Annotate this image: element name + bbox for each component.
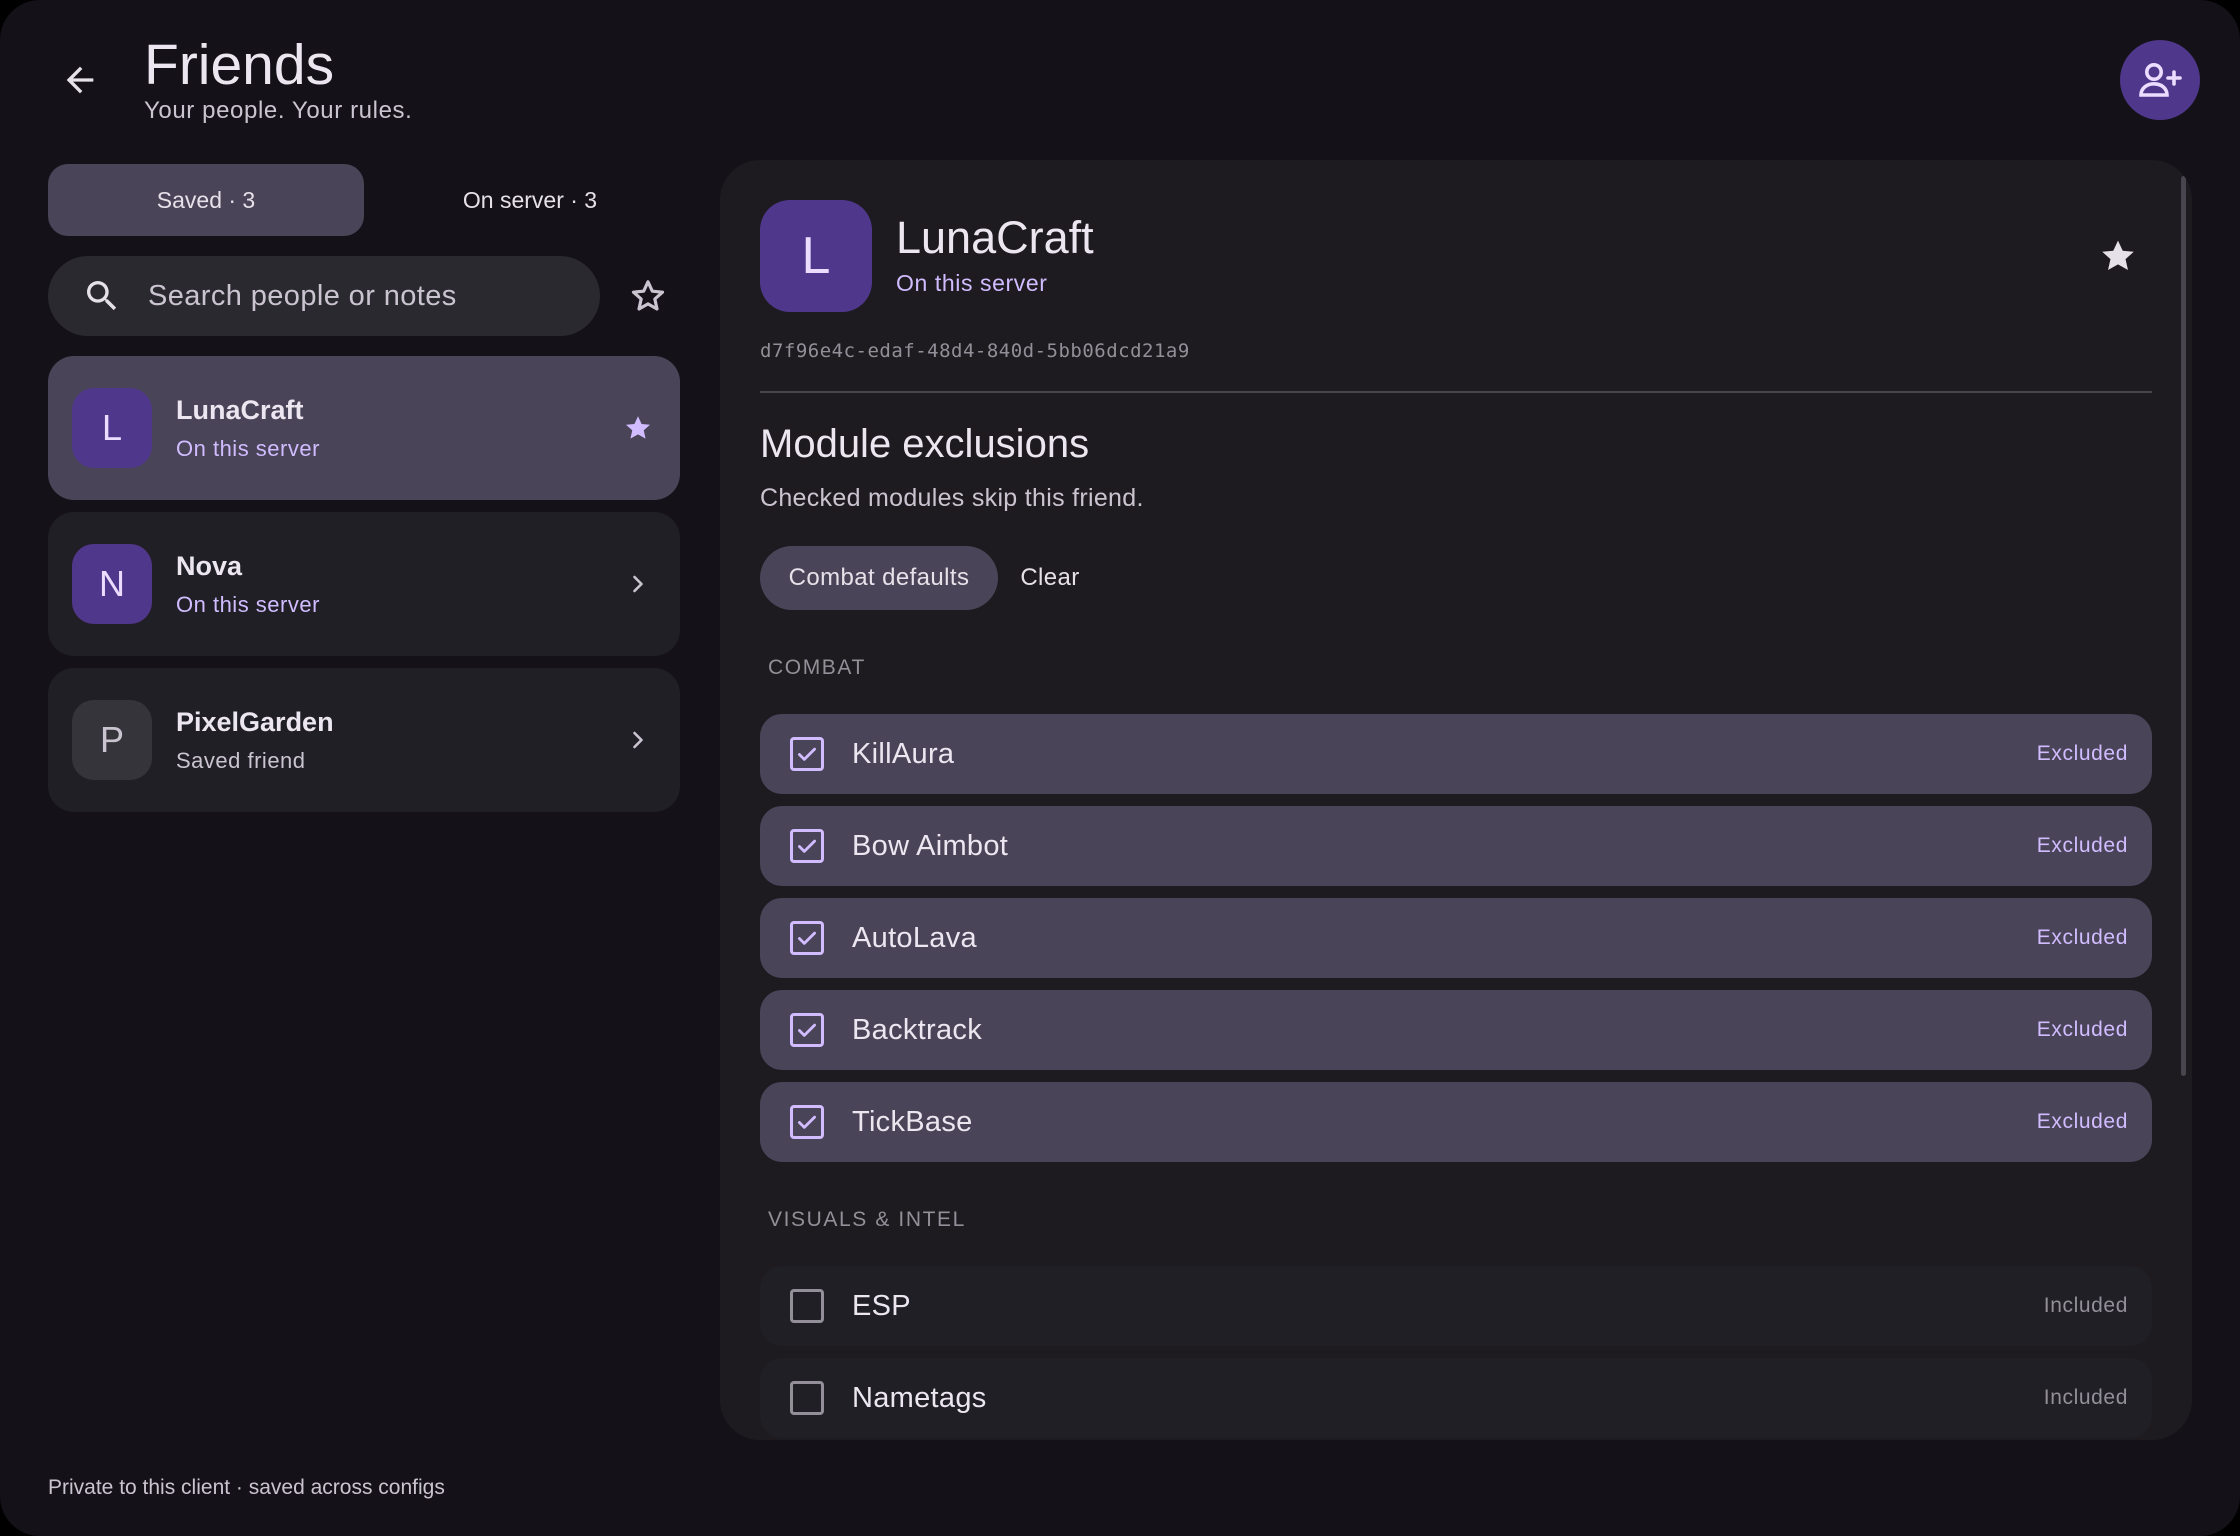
module-name: Nametags [852,1381,987,1414]
search-placeholder: Search people or notes [148,279,457,312]
module-state: Excluded [2036,1018,2128,1041]
module-row-nametags[interactable]: Nametags Included [760,1358,2152,1438]
module-state: Excluded [2036,1110,2128,1133]
person-add-icon [2139,63,2182,97]
module-state: Excluded [2036,742,2128,765]
detail-scrollbar[interactable] [2181,176,2186,1076]
module-row-esp[interactable]: ESP Included [760,1266,2152,1346]
star-outline-icon [631,280,665,311]
favorites-filter-button[interactable] [620,266,676,326]
checkbox-checked[interactable] [790,1105,824,1139]
detail-status: On this server [896,270,1048,296]
page-subtitle: Your people. Your rules. [144,97,413,124]
search-input[interactable]: Search people or notes [48,256,600,336]
detail-avatar: L [760,200,872,312]
friend-item-nova[interactable]: N Nova On this server [48,512,680,656]
module-state: Excluded [2036,834,2128,857]
check-icon [798,1115,816,1129]
group-label-combat: COMBAT [768,656,866,679]
friend-item-pixelgarden[interactable]: P PixelGarden Saved friend [48,668,680,812]
add-friend-button[interactable] [2120,40,2200,120]
module-state: Included [2043,1294,2128,1317]
group-label-visuals: VISUALS & INTEL [768,1208,966,1231]
friend-name: Nova [176,550,243,581]
avatar: N [72,544,152,624]
tab-saved[interactable]: Saved · 3 [48,164,364,236]
footer-note: Private to this client · saved across co… [48,1476,445,1499]
friend-uuid: d7f96e4c-edaf-48d4-840d-5bb06dcd21a9 [760,340,1190,362]
check-icon [798,931,816,945]
checkbox-checked[interactable] [790,829,824,863]
page-title: Friends [144,33,335,97]
module-name: KillAura [852,737,955,770]
module-row-killaura[interactable]: KillAura Excluded [760,714,2152,794]
friend-name: PixelGarden [176,706,334,737]
friend-detail-panel: L LunaCraft On this server d7f96e4c-edaf… [720,160,2192,1440]
check-icon [798,747,816,761]
module-name: Bow Aimbot [852,829,1009,862]
tab-on-server[interactable]: On server · 3 [372,164,688,236]
section-title: Module exclusions [760,422,1090,466]
detail-name: LunaCraft [896,212,1094,263]
module-name: AutoLava [852,921,977,954]
module-row-tickbase[interactable]: TickBase Excluded [760,1082,2152,1162]
chevron-right-icon [618,720,658,760]
friend-status: On this server [176,591,320,617]
friend-name: LunaCraft [176,394,304,425]
module-row-autolava[interactable]: AutoLava Excluded [760,898,2152,978]
module-name: TickBase [852,1105,973,1138]
friend-status: Saved friend [176,747,306,773]
checkbox-unchecked[interactable] [790,1381,824,1415]
checkbox-checked[interactable] [790,737,824,771]
friends-window: Friends Your people. Your rules. Saved ·… [0,0,2240,1536]
module-state: Included [2043,1386,2128,1409]
star-filled-icon [618,408,658,448]
checkbox-unchecked[interactable] [790,1289,824,1323]
check-icon [798,1023,816,1037]
check-icon [798,839,816,853]
module-state: Excluded [2036,926,2128,949]
favorite-toggle-button[interactable] [2090,228,2146,284]
checkbox-checked[interactable] [790,921,824,955]
search-icon [82,276,122,316]
module-row-backtrack[interactable]: Backtrack Excluded [760,990,2152,1070]
module-name: Backtrack [852,1013,983,1046]
combat-defaults-button[interactable]: Combat defaults [760,546,998,610]
avatar: L [72,388,152,468]
chevron-right-icon [618,564,658,604]
checkbox-checked[interactable] [790,1013,824,1047]
divider [760,391,2152,393]
avatar: P [72,700,152,780]
section-description: Checked modules skip this friend. [760,484,1144,512]
clear-button[interactable]: Clear [1010,546,1090,610]
friend-item-lunacraft[interactable]: L LunaCraft On this server [48,356,680,500]
friend-status: On this server [176,435,320,461]
star-filled-icon [2102,240,2134,270]
arrow-back-icon [66,66,94,94]
module-row-bow-aimbot[interactable]: Bow Aimbot Excluded [760,806,2152,886]
module-name: ESP [852,1289,911,1322]
back-button[interactable] [50,50,110,110]
